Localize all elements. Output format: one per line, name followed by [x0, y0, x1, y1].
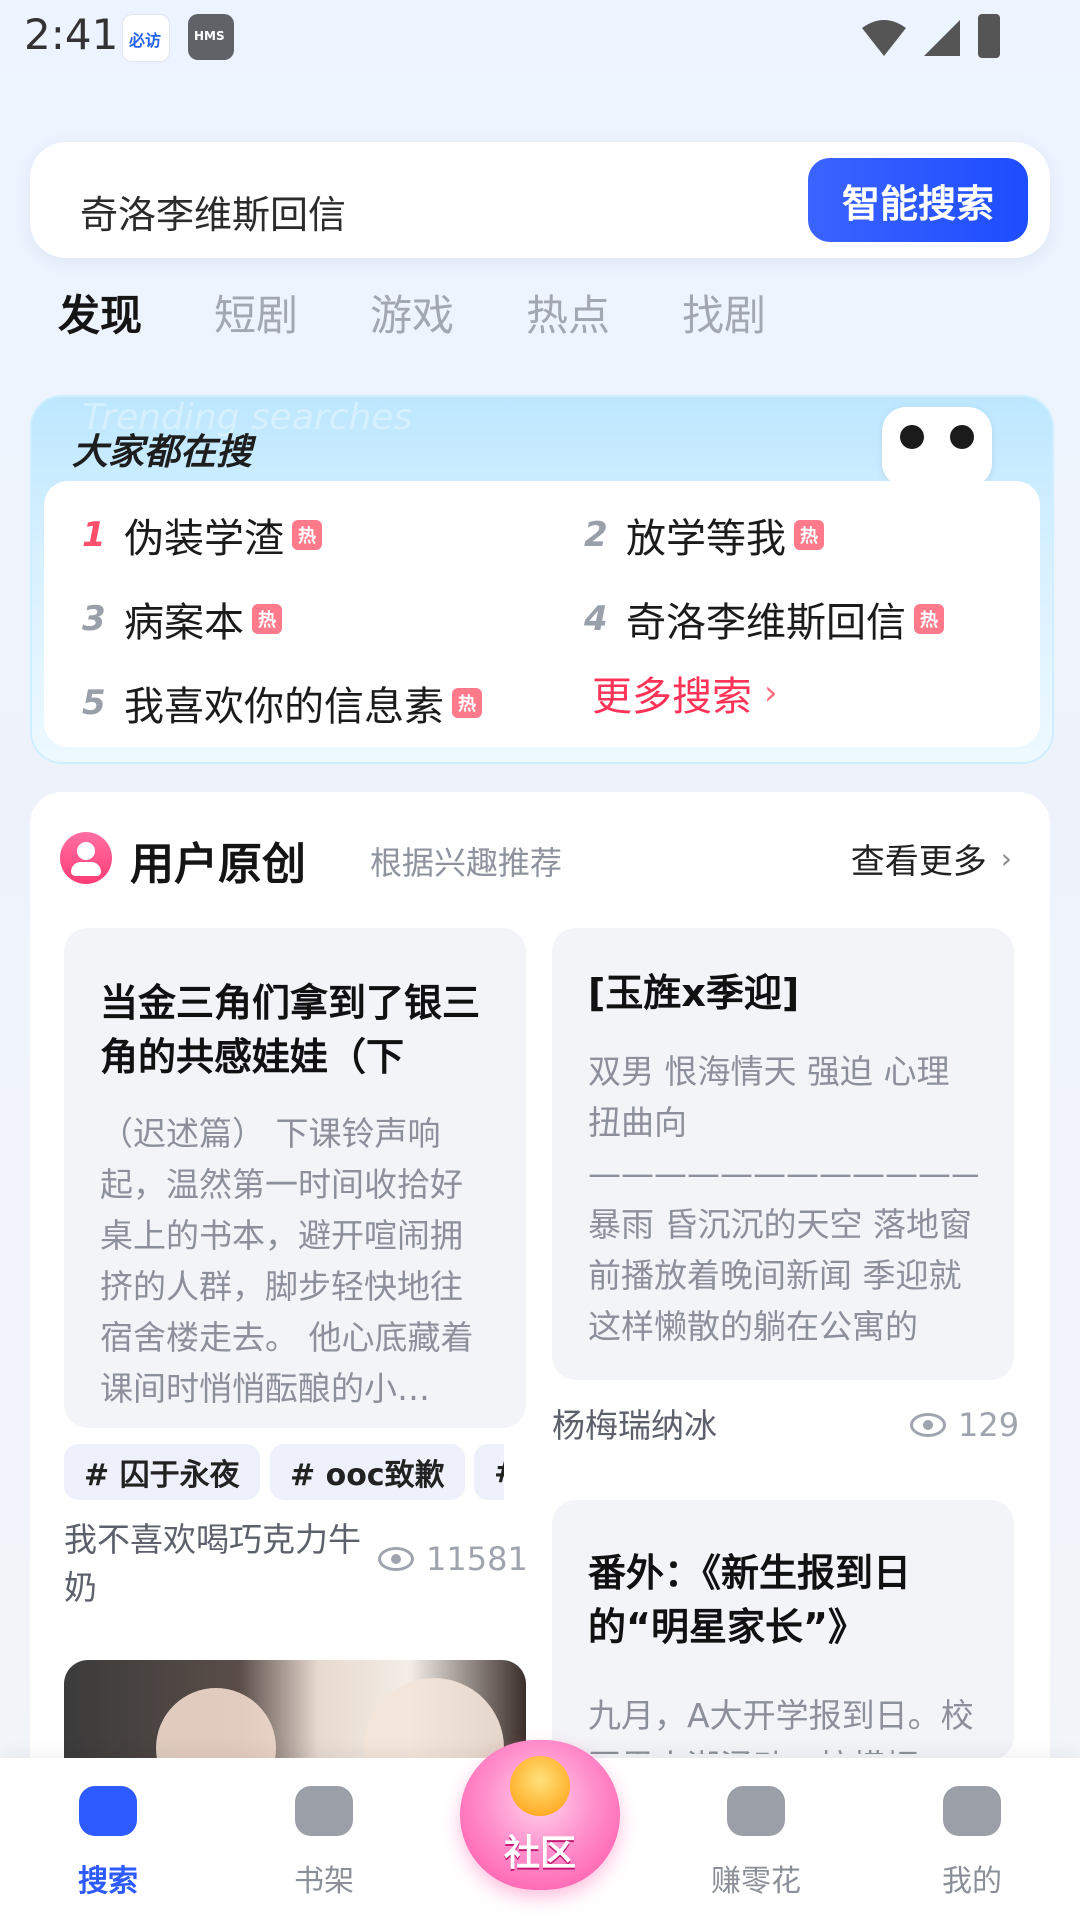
trending-item-5[interactable]: 5 我喜欢你的信息素 热: [82, 673, 482, 733]
trending-rank: 1: [82, 515, 106, 555]
trending-text: 奇洛李维斯回信: [626, 600, 906, 646]
post-card-2[interactable]: [玉旌x季迎] 双男 恨海情天 强迫 心理扭曲向 ———————————————…: [552, 928, 1014, 1380]
hot-badge-icon: 热: [914, 604, 944, 634]
tag-chip[interactable]: # 囚于永夜: [64, 1444, 260, 1500]
nav-label: 社区: [503, 1833, 576, 1874]
post-card-3[interactable]: 番外：《新生报到日的“明星家长”》 九月，A大开学报到日。校园里人潮涌动，拉横幅…: [552, 1500, 1014, 1760]
hms-app-label: HMS: [194, 29, 225, 43]
trending-list: 1 伪装学渣 热 2 放学等我 热 3 病案本 热 4 奇洛李维斯回信 热 5 …: [44, 481, 1040, 747]
chevron-right-icon: ›: [764, 673, 778, 713]
nav-label: 赚零花: [711, 1864, 801, 1899]
nav-profile[interactable]: 我的: [892, 1786, 1052, 1906]
ugc-header: 用户原创 根据兴趣推荐 查看更多 ›: [60, 828, 1020, 898]
nav-earn[interactable]: 赚零花: [676, 1786, 836, 1906]
search-input[interactable]: 奇洛李维斯回信: [80, 184, 346, 239]
hot-badge-icon: 热: [794, 520, 824, 550]
trending-text: 病案本: [124, 600, 244, 646]
bixun-app-icon: 必访: [122, 14, 170, 62]
view-more-label: 查看更多: [850, 842, 987, 882]
hot-badge-icon: 热: [452, 688, 482, 718]
tab-short-drama[interactable]: 短剧: [214, 282, 298, 343]
post-author[interactable]: 我不喜欢喝巧克力牛奶: [64, 1516, 364, 1612]
trending-searches-card: Trending searches 大家都在搜 1 伪装学渣 热 2 放学等我 …: [30, 395, 1054, 764]
post-views: 129: [910, 1406, 1019, 1444]
trending-text: 放学等我: [626, 516, 786, 562]
profile-icon: [943, 1786, 1001, 1836]
trending-item-2[interactable]: 2 放学等我 热: [584, 505, 824, 565]
tab-discover[interactable]: 发现: [58, 282, 142, 343]
post-title: [玉旌x季迎]: [588, 971, 800, 1015]
post-excerpt: 双男 恨海情天 强迫 心理扭曲向 ———————————————— 暴雨 昏沉沉…: [588, 1052, 978, 1346]
trending-rank: 5: [82, 683, 106, 723]
post-card-1[interactable]: 当金三角们拿到了银三角的共感娃娃（下 （迟述篇） 下课铃声响起，温然第一时间收拾…: [64, 928, 526, 1428]
post-tags: # 囚于永夜 # ooc致歉 #: [34, 1444, 504, 1500]
ugc-title: 用户原创: [130, 839, 306, 890]
chevron-right-icon: ›: [1000, 842, 1012, 875]
user-icon: [60, 832, 112, 884]
tab-games[interactable]: 游戏: [370, 282, 454, 343]
nav-community[interactable]: 社区: [460, 1740, 620, 1890]
ugc-subtitle: 根据兴趣推荐: [370, 844, 563, 882]
hot-badge-icon: 热: [292, 520, 322, 550]
post-views-count: 129: [958, 1406, 1020, 1444]
trending-text: 我喜欢你的信息素: [124, 684, 444, 730]
earn-icon: [727, 1786, 785, 1836]
hms-app-icon: HMS: [188, 14, 234, 60]
post-excerpt: （迟述篇） 下课铃声响起，温然第一时间收拾好桌上的书本，避开喧闹拥挤的人群，脚步…: [100, 1114, 474, 1408]
smart-search-button[interactable]: 智能搜索: [808, 158, 1028, 242]
tag-chip[interactable]: # ooc致歉: [270, 1444, 465, 1500]
trending-rank: 4: [584, 599, 608, 639]
status-time: 2:41: [24, 10, 119, 59]
bixun-app-label: 必访: [129, 31, 162, 50]
trending-item-1[interactable]: 1 伪装学渣 热: [82, 505, 322, 565]
trending-item-4[interactable]: 4 奇洛李维斯回信 热: [584, 589, 944, 649]
nav-label: 书架: [294, 1864, 354, 1899]
signal-icon: [924, 20, 960, 56]
top-tabs: 发现 短剧 游戏 热点 找剧: [58, 282, 1038, 352]
hot-badge-icon: 热: [252, 604, 282, 634]
post-views-count: 11581: [426, 1540, 528, 1578]
tab-hot[interactable]: 热点: [526, 282, 610, 343]
view-more-link[interactable]: 查看更多 ›: [851, 834, 1012, 883]
bottom-navigation: 搜索 书架 社区 赚零花 我的: [0, 1740, 1080, 1920]
post-views: 11581: [378, 1540, 528, 1578]
tab-find-drama[interactable]: 找剧: [682, 282, 766, 343]
nav-search[interactable]: 搜索: [28, 1786, 188, 1906]
bookshelf-icon: [295, 1786, 353, 1836]
search-tab-icon: [79, 1786, 137, 1836]
more-search-link[interactable]: 更多搜索 ›: [592, 664, 778, 722]
post-title: 当金三角们拿到了银三角的共感娃娃（下: [100, 981, 481, 1079]
wifi-icon: [862, 20, 906, 56]
trending-text: 伪装学渣: [124, 516, 284, 562]
nav-label: 搜索: [78, 1864, 138, 1899]
status-icons: [860, 10, 1000, 60]
eye-icon: [910, 1413, 946, 1437]
status-bar: 2:41 必访 HMS: [0, 0, 1080, 80]
search-box[interactable]: 奇洛李维斯回信 智能搜索: [30, 142, 1050, 258]
nav-label: 我的: [942, 1864, 1002, 1899]
more-search-label: 更多搜索: [592, 674, 752, 720]
mascot-illustration: [882, 407, 992, 487]
trending-rank: 3: [82, 599, 106, 639]
trending-rank: 2: [584, 515, 608, 555]
trending-item-3[interactable]: 3 病案本 热: [82, 589, 282, 649]
post-title: 番外：《新生报到日的“明星家长”》: [588, 1551, 912, 1649]
nav-bookshelf[interactable]: 书架: [244, 1786, 404, 1906]
post-excerpt: 九月，A大开学报到日。校园里人潮涌动，拉横幅…: [588, 1696, 974, 1754]
battery-icon: [978, 14, 1000, 58]
trending-title: 大家都在搜: [72, 432, 253, 473]
post-author[interactable]: 杨梅瑞纳冰: [552, 1402, 812, 1450]
tag-chip[interactable]: #: [474, 1444, 504, 1500]
community-icon: [510, 1756, 570, 1816]
eye-icon: [378, 1547, 414, 1571]
